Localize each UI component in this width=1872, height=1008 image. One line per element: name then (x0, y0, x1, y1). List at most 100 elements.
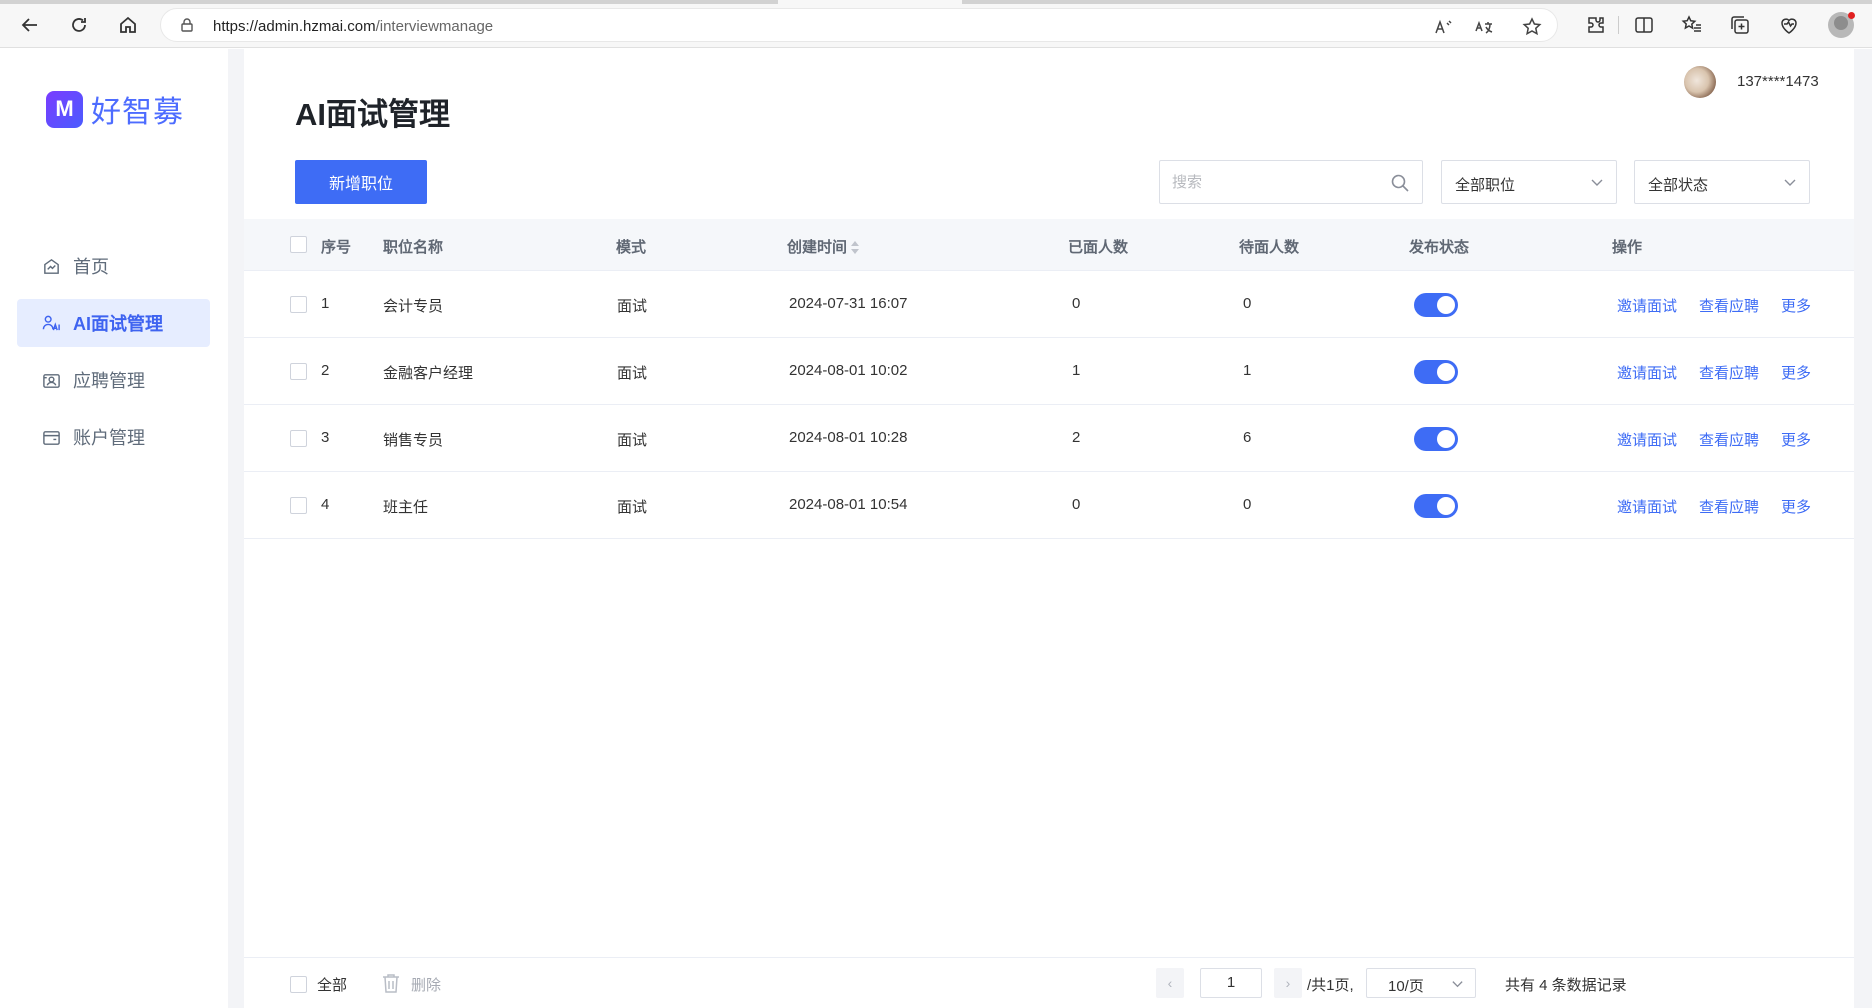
status-filter-value: 全部状态 (1648, 177, 1709, 194)
user-avatar[interactable] (1684, 66, 1716, 98)
home-icon (120, 16, 136, 33)
tab-strip (962, 0, 1872, 4)
add-position-button[interactable]: 新增职位 (295, 160, 427, 204)
address-bar[interactable]: https://admin.hzmai.com/interviewmanage (160, 8, 1558, 42)
invite-interview-link[interactable]: 邀请面试 (1617, 295, 1677, 316)
wallet-icon (41, 427, 61, 447)
chevron-left-icon: ‹ (1167, 975, 1173, 991)
sidebar-menu: 首页 AI面试管理 应聘管理 账户管理 (17, 242, 210, 470)
main-content: 137****1473 AI面试管理 新增职位 全部职位 全部状态 序号 职位名… (244, 49, 1854, 1008)
table-row: 1 会计专员 面试 2024-07-31 16:07 0 0 邀请面试 查看应聘… (244, 271, 1854, 338)
lock-icon (181, 18, 193, 32)
invite-interview-link[interactable]: 邀请面试 (1617, 362, 1677, 383)
view-applications-link[interactable]: 查看应聘 (1699, 429, 1759, 450)
publish-toggle[interactable] (1414, 494, 1458, 518)
home-button[interactable] (113, 10, 143, 40)
url-text: https://admin.hzmai.com/interviewmanage (213, 18, 493, 35)
sidebar-item-applications[interactable]: 应聘管理 (17, 356, 210, 404)
column-header-status: 发布状态 (1409, 239, 1470, 256)
sort-icon[interactable] (851, 241, 860, 255)
chevron-down-icon (1784, 179, 1796, 186)
select-all-label[interactable]: 全部 (317, 974, 347, 995)
sidebar-item-home[interactable]: 首页 (17, 242, 210, 290)
more-link[interactable]: 更多 (1781, 362, 1811, 383)
column-header-created[interactable]: 创建时间 (787, 236, 860, 257)
sidebar-item-account[interactable]: 账户管理 (17, 413, 210, 461)
row-position-name: 金融客户经理 (383, 365, 474, 382)
sidebar-item-ai-interview[interactable]: AI面试管理 (17, 299, 210, 347)
status-filter-select[interactable]: 全部状态 (1634, 160, 1810, 204)
page-size-value: 10/页 (1388, 978, 1424, 995)
publish-toggle[interactable] (1414, 293, 1458, 317)
invite-interview-link[interactable]: 邀请面试 (1617, 429, 1677, 450)
invite-interview-link[interactable]: 邀请面试 (1617, 496, 1677, 517)
row-created-time: 2024-08-01 10:54 (789, 496, 908, 513)
page-title: AI面试管理 (295, 97, 450, 132)
row-created-time: 2024-08-01 10:28 (789, 429, 908, 446)
publish-toggle[interactable] (1414, 427, 1458, 451)
tab-strip (0, 0, 778, 4)
positions-table: 序号 职位名称 模式 创建时间 已面人数 待面人数 发布状态 操作 1 会计专员… (244, 219, 1854, 539)
more-link[interactable]: 更多 (1781, 429, 1811, 450)
publish-toggle[interactable] (1414, 360, 1458, 384)
row-done-count: 2 (1072, 429, 1081, 446)
position-filter-select[interactable]: 全部职位 (1441, 160, 1617, 204)
row-mode: 面试 (617, 298, 648, 315)
row-done-count: 0 (1072, 496, 1081, 513)
table-row: 4 班主任 面试 2024-08-01 10:54 0 0 邀请面试 查看应聘 … (244, 472, 1854, 539)
row-checkbox[interactable] (290, 363, 307, 380)
row-pending-count: 0 (1243, 496, 1252, 513)
prev-page-button[interactable]: ‹ (1156, 968, 1184, 998)
trash-icon[interactable] (381, 972, 401, 994)
user-phone[interactable]: 137****1473 (1737, 73, 1819, 90)
brand-logo[interactable]: M 好智募 (46, 87, 184, 131)
next-page-button[interactable]: › (1274, 968, 1302, 998)
back-button[interactable] (15, 10, 45, 40)
search-box (1159, 160, 1423, 204)
split-screen-icon[interactable] (1633, 14, 1655, 36)
collections-icon[interactable] (1729, 14, 1751, 36)
records-count: 共有 4 条数据记录 (1505, 977, 1627, 994)
row-mode: 面试 (617, 432, 648, 449)
read-aloud-icon[interactable] (1433, 17, 1453, 37)
column-header-created-label: 创建时间 (787, 239, 848, 256)
translate-icon[interactable] (1474, 17, 1494, 37)
chevron-down-icon (1452, 981, 1463, 988)
row-done-count: 0 (1072, 295, 1081, 312)
page-size-select[interactable]: 10/页 (1366, 968, 1476, 998)
favorites-list-icon[interactable] (1681, 14, 1703, 36)
toggle-knob (1437, 430, 1455, 448)
browser-essentials-icon[interactable] (1778, 14, 1800, 36)
select-all-checkbox[interactable] (290, 236, 307, 253)
home-chart-icon (41, 256, 61, 276)
search-input[interactable] (1172, 161, 1382, 203)
view-applications-link[interactable]: 查看应聘 (1699, 362, 1759, 383)
column-header-name: 职位名称 (383, 239, 444, 256)
favorite-star-icon[interactable] (1522, 17, 1542, 37)
row-checkbox[interactable] (290, 296, 307, 313)
view-applications-link[interactable]: 查看应聘 (1699, 295, 1759, 316)
total-pages: /共1页, (1307, 977, 1354, 994)
sidebar-item-label: 账户管理 (73, 428, 145, 448)
extensions-icon[interactable] (1585, 14, 1607, 36)
delete-button[interactable]: 删除 (411, 974, 441, 995)
more-link[interactable]: 更多 (1781, 295, 1811, 316)
row-index: 3 (321, 429, 330, 446)
column-header-index: 序号 (321, 239, 352, 256)
profile-card-icon (41, 370, 61, 390)
reload-button[interactable] (64, 10, 94, 40)
select-all-footer-checkbox[interactable] (290, 976, 307, 993)
row-checkbox[interactable] (290, 497, 307, 514)
toggle-knob (1437, 497, 1455, 515)
search-icon[interactable] (1390, 173, 1410, 193)
row-mode: 面试 (617, 499, 648, 516)
sidebar-item-label: 应聘管理 (73, 371, 145, 391)
position-filter-value: 全部职位 (1455, 177, 1516, 194)
row-checkbox[interactable] (290, 430, 307, 447)
more-link[interactable]: 更多 (1781, 496, 1811, 517)
sidebar-item-label: 首页 (73, 257, 109, 277)
table-footer: 全部 删除 ‹ 1 › /共1页, 10/页 共有 4 条数据记录 (244, 957, 1854, 1008)
page-number-input[interactable]: 1 (1200, 968, 1262, 998)
row-pending-count: 6 (1243, 429, 1252, 446)
view-applications-link[interactable]: 查看应聘 (1699, 496, 1759, 517)
